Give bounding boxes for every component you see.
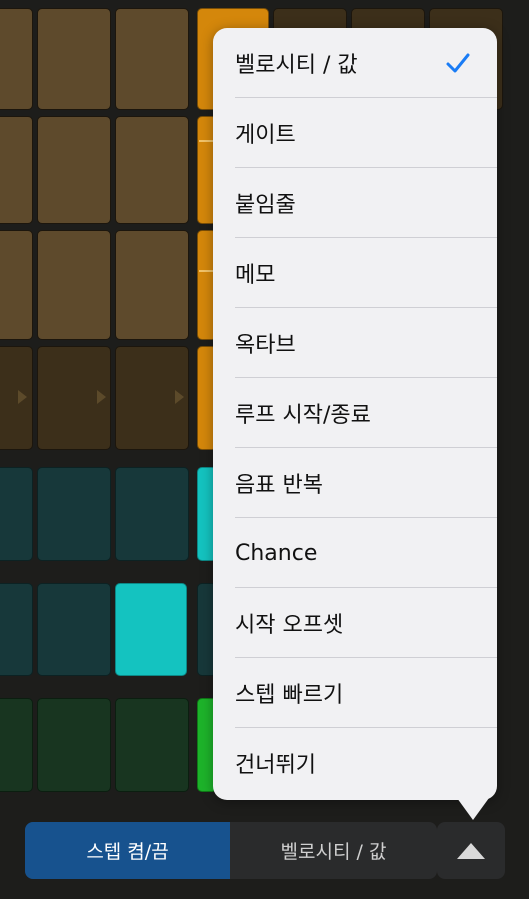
step-cell[interactable] (115, 698, 189, 792)
menu-item-note-repeat[interactable]: 음표 반복 (213, 448, 497, 518)
triangle-up-icon (457, 842, 485, 859)
menu-item-label: 벨로시티 / 값 (235, 53, 358, 78)
menu-item-label: 게이트 (235, 123, 296, 148)
step-cell[interactable] (37, 583, 111, 676)
menu-item-label: 붙임줄 (235, 193, 296, 218)
menu-item-label: 옥타브 (235, 333, 296, 358)
menu-item-label: 루프 시작/종료 (235, 403, 371, 428)
menu-item-skip[interactable]: 건너뛰기 (213, 728, 497, 798)
step-cell[interactable] (115, 467, 189, 561)
step-cell[interactable] (37, 230, 111, 340)
menu-item-loop-start-end[interactable]: 루프 시작/종료 (213, 378, 497, 448)
step-cell[interactable] (37, 8, 111, 110)
step-cell[interactable] (115, 230, 189, 340)
step-cell[interactable] (0, 698, 33, 792)
step-on-off-segment[interactable]: 스텝 켬/끔 (25, 822, 230, 879)
play-marker-icon (175, 390, 184, 404)
menu-item-start-offset[interactable]: 시작 오프셋 (213, 588, 497, 658)
row-mode-popover-menu: 벨로시티 / 값 게이트 붙임줄 메모 옥타브 루프 시작/종료 음표 반복 C… (213, 28, 497, 800)
step-cell[interactable] (37, 698, 111, 792)
menu-item-label: 시작 오프셋 (235, 613, 344, 638)
menu-item-velocity-value[interactable]: 벨로시티 / 값 (213, 28, 497, 98)
step-cell[interactable] (0, 467, 33, 561)
menu-item-gate[interactable]: 게이트 (213, 98, 497, 168)
velocity-marker (199, 140, 213, 142)
play-marker-icon (18, 390, 27, 404)
step-cell[interactable] (115, 8, 189, 110)
menu-item-step-rate[interactable]: 스텝 빠르기 (213, 658, 497, 728)
popover-arrow (457, 798, 489, 820)
menu-item-label: 스텝 빠르기 (235, 683, 344, 708)
step-cell[interactable] (0, 8, 33, 110)
step-cell[interactable] (37, 467, 111, 561)
expand-menu-button[interactable] (437, 822, 505, 879)
menu-item-tie[interactable]: 붙임줄 (213, 168, 497, 238)
step-cell[interactable] (0, 116, 33, 224)
step-cell-active[interactable] (115, 583, 187, 676)
step-cell[interactable] (0, 583, 33, 676)
checkmark-icon (446, 53, 470, 73)
menu-item-label: 건너뛰기 (235, 753, 316, 778)
menu-item-label: 음표 반복 (235, 473, 323, 498)
velocity-marker (199, 270, 213, 272)
velocity-value-segment[interactable]: 벨로시티 / 값 (230, 822, 437, 879)
step-cell[interactable] (37, 116, 111, 224)
menu-item-chance[interactable]: Chance (213, 518, 497, 588)
menu-item-label: Chance (235, 540, 318, 566)
menu-item-octave[interactable]: 옥타브 (213, 308, 497, 378)
step-cell[interactable] (0, 230, 33, 340)
step-cell[interactable] (0, 346, 33, 450)
menu-item-label: 메모 (235, 263, 276, 288)
play-marker-icon (97, 390, 106, 404)
menu-item-note[interactable]: 메모 (213, 238, 497, 308)
step-cell[interactable] (115, 116, 189, 224)
mode-segmented-control: 스텝 켬/끔 벨로시티 / 값 (25, 822, 437, 879)
